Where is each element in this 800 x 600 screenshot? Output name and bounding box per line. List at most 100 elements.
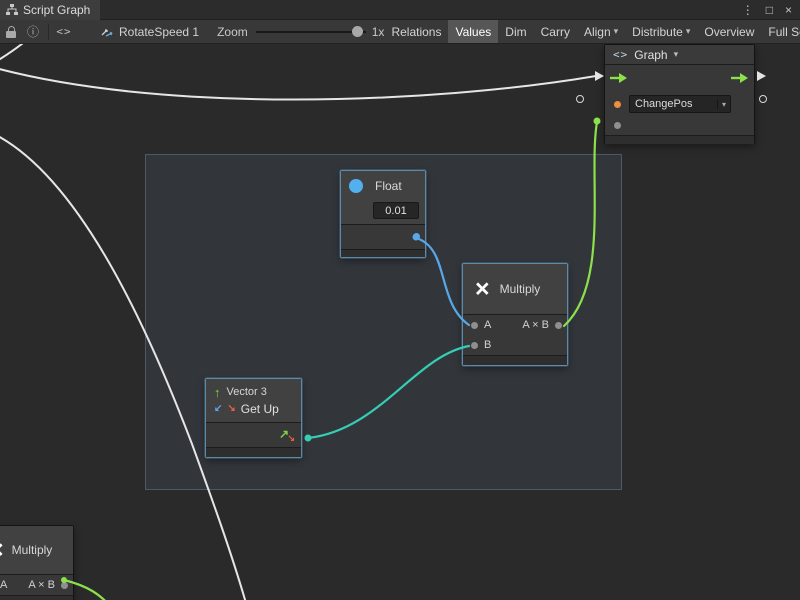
toolbar-button-carry[interactable]: Carry (534, 20, 577, 44)
button-label: Distribute (632, 25, 683, 39)
button-label: Overview (704, 25, 754, 39)
multiply-output-port[interactable] (555, 322, 562, 329)
machine-icon (101, 26, 114, 38)
close-icon[interactable]: × (785, 3, 792, 17)
multiply-port-row-b: B (463, 335, 567, 355)
wire-white-top (0, 66, 596, 100)
unconnected-port-circle-right[interactable] (759, 95, 767, 103)
button-label: Align (584, 25, 611, 39)
multiply-partial-port-row-a: A A × B (0, 575, 73, 595)
graph-name: RotateSpeed 1 (119, 25, 199, 39)
chevron-down-icon: ▾ (686, 26, 691, 37)
toolbar-button-align[interactable]: Align▾ (577, 20, 625, 44)
up-arrow-icon: ↑ (214, 386, 221, 399)
float-node-header: Float (341, 171, 425, 201)
node-float[interactable]: Float 0.01 (340, 170, 426, 258)
node-multiply[interactable]: × Multiply A A × B B (462, 263, 568, 366)
graph-node-header[interactable]: <> Graph ▾ (605, 45, 754, 65)
flow-input-arrow-icon[interactable] (610, 73, 628, 83)
vector-node-body: ↗ ↘ (206, 423, 301, 447)
node-graph-changepos[interactable]: <> Graph ▾ ChangePos ▾ (604, 44, 755, 144)
window-controls: ⋮ □ × (742, 3, 800, 17)
toolbar-button-distribute[interactable]: Distribute▾ (625, 20, 697, 44)
zoom-label: Zoom (217, 25, 248, 39)
node-multiply-partial[interactable]: × Multiply A A × B (0, 525, 74, 600)
window-menu-icon[interactable]: ⋮ (742, 3, 754, 17)
float-type-icon (349, 179, 363, 193)
tab-script-graph[interactable]: Script Graph (0, 0, 100, 20)
multiply-node-header: × Multiply (463, 264, 567, 314)
zoom-handle[interactable] (352, 26, 363, 37)
button-label: Full Screen (768, 25, 800, 39)
float-output-port[interactable] (413, 233, 420, 240)
toolbar-button-values[interactable]: Values (448, 20, 498, 44)
graph-breadcrumb[interactable]: RotateSpeed 1 (101, 25, 199, 39)
vector-node-title: Vector 3 (227, 386, 267, 398)
toolbar-buttons: Relations Values Dim Carry Align▾ Distri… (384, 20, 800, 44)
button-label: Carry (541, 25, 570, 39)
graph-value-row: ChangePos ▾ (605, 91, 754, 117)
output-label: A × B (28, 579, 55, 591)
chevron-down-icon: ▾ (614, 26, 619, 37)
wire-white-corner (0, 44, 38, 64)
flow-connector-arrow-left (595, 71, 604, 81)
vector-node-subtitle: Get Up (241, 402, 279, 416)
flow-connector-arrow-right (757, 71, 766, 81)
unconnected-port-circle-left[interactable] (576, 95, 584, 103)
graph-code-icon: <> (613, 48, 628, 61)
button-label: Dim (505, 25, 526, 39)
maximize-icon[interactable]: □ (766, 3, 773, 17)
graph-secondary-port[interactable] (614, 122, 621, 129)
toolbar-separator (48, 24, 49, 40)
vector-output-icon[interactable]: ↗ ↘ (279, 427, 294, 442)
graph-input-port[interactable] (614, 101, 621, 108)
arrow-down-left-icon: ↙ (214, 404, 222, 414)
vector-node-header: ↑ Vector 3 ↙ ↘ Get Up (206, 379, 301, 422)
wire-endpoint-green (594, 118, 601, 125)
toolbar: ⓘ <> RotateSpeed 1 Zoom 1x Relations Val… (0, 20, 800, 44)
zoom-track (256, 31, 366, 33)
multiply-node-title: Multiply (12, 543, 53, 557)
multiply-icon: × (0, 538, 4, 563)
float-node-body (341, 225, 425, 249)
graph-node-title: Graph (634, 48, 667, 62)
graph-flow-row (605, 65, 754, 91)
multiply-node-title: Multiply (500, 282, 541, 296)
button-label: Values (455, 25, 491, 39)
button-label: Relations (391, 25, 441, 39)
flow-output-arrow-icon[interactable] (731, 73, 749, 83)
toolbar-button-fullscreen[interactable]: Full Screen (761, 20, 800, 44)
chevron-down-icon: ▾ (674, 49, 679, 60)
script-graph-icon (6, 4, 18, 16)
zoom-value: 1x (372, 25, 385, 39)
tab-label: Script Graph (23, 3, 90, 17)
info-icon[interactable]: ⓘ (22, 20, 44, 44)
graph-canvas[interactable]: Float 0.01 × Multiply A A × B B (0, 44, 800, 600)
multiply-output-port[interactable] (61, 582, 68, 589)
float-node-title: Float (375, 179, 402, 193)
port-a-label: A (0, 579, 7, 591)
toolbar-button-dim[interactable]: Dim (498, 20, 533, 44)
dropdown-value: ChangePos (630, 98, 717, 110)
multiply-input-a-port[interactable] (471, 322, 478, 329)
edit-code-icon[interactable]: <> (53, 20, 75, 44)
multiply-partial-header: × Multiply (0, 526, 73, 574)
toolbar-button-overview[interactable]: Overview (697, 20, 761, 44)
port-b-label: B (484, 339, 491, 351)
float-value-field[interactable]: 0.01 (373, 202, 419, 219)
zoom-slider[interactable] (256, 20, 366, 44)
multiply-icon: × (475, 277, 490, 302)
toolbar-button-relations[interactable]: Relations (384, 20, 448, 44)
titlebar: Script Graph ⋮ □ × (0, 0, 800, 20)
float-value-row: 0.01 (341, 201, 425, 224)
lock-icon[interactable] (0, 20, 22, 44)
port-a-label: A (484, 319, 491, 331)
multiply-port-row-a: A A × B (463, 315, 567, 335)
node-vector3-get-up[interactable]: ↑ Vector 3 ↙ ↘ Get Up ↗ ↘ (205, 378, 302, 458)
output-label: A × B (522, 319, 549, 331)
chevron-down-icon: ▾ (717, 100, 730, 109)
arrow-down-right-icon: ↘ (227, 404, 235, 414)
multiply-input-b-port[interactable] (471, 342, 478, 349)
graph-port-row (605, 117, 754, 135)
changepos-dropdown[interactable]: ChangePos ▾ (629, 95, 731, 113)
